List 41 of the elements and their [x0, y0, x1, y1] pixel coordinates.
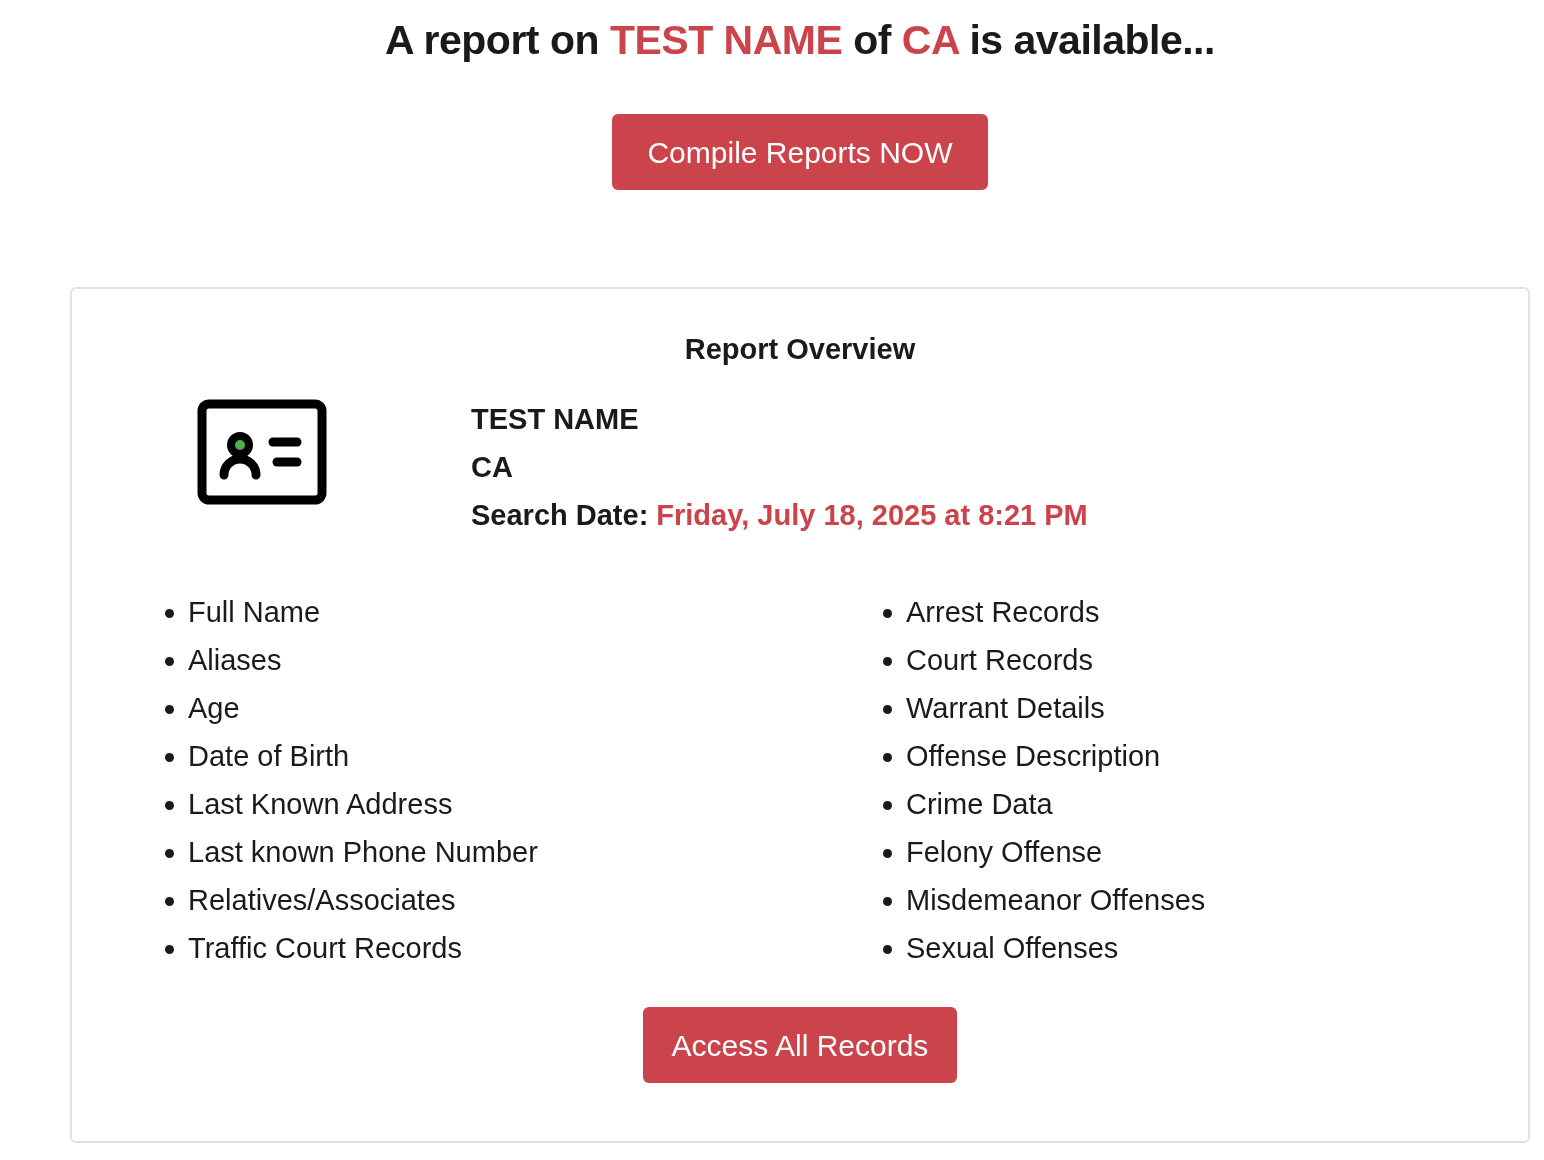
bullet-icon — [883, 944, 892, 954]
bullet-icon — [165, 752, 174, 762]
bullet-icon — [165, 944, 174, 954]
id-card-icon — [197, 399, 327, 505]
list-item: Sexual Offenses — [906, 931, 1119, 967]
list-item: Last Known Address — [188, 787, 453, 823]
bullet-icon — [165, 848, 174, 858]
list-item: Arrest Records — [906, 595, 1100, 631]
person-name: TEST NAME — [471, 402, 640, 437]
access-records-button[interactable]: Access All Records — [643, 1007, 957, 1083]
person-state: CA — [471, 450, 514, 485]
list-item: Felony Offense — [906, 835, 1103, 871]
bullet-icon — [883, 704, 892, 714]
bullet-icon — [883, 608, 892, 618]
bullet-icon — [883, 656, 892, 666]
bullet-icon — [883, 752, 892, 762]
list-item: Offense Description — [906, 739, 1161, 775]
bullet-icon — [165, 656, 174, 666]
bullet-icon — [165, 704, 174, 714]
headline: A report on TEST NAME of CA is available... — [385, 16, 1215, 65]
list-item: Date of Birth — [188, 739, 350, 775]
list-item: Misdemeanor Offenses — [906, 883, 1206, 919]
bullet-icon — [883, 800, 892, 810]
list-item: Age — [188, 691, 240, 727]
list-item: Court Records — [906, 643, 1093, 679]
card-title: Report Overview — [684, 332, 916, 367]
bullet-icon — [165, 896, 174, 906]
bullet-icon — [165, 608, 174, 618]
list-item: Traffic Court Records — [188, 931, 462, 967]
bullet-icon — [165, 800, 174, 810]
search-date-label: Search Date: — [471, 498, 649, 533]
bullet-icon — [883, 896, 892, 906]
compile-reports-button[interactable]: Compile Reports NOW — [612, 114, 988, 190]
list-item: Last known Phone Number — [188, 835, 538, 871]
list-item: Aliases — [188, 643, 282, 679]
list-item: Crime Data — [906, 787, 1053, 823]
bullet-icon — [883, 848, 892, 858]
list-item: Full Name — [188, 595, 321, 631]
search-date: Friday, July 18, 2025 at 8:21 PM — [656, 498, 1088, 533]
list-item: Warrant Details — [906, 691, 1105, 727]
list-item: Relatives/Associates — [188, 883, 456, 919]
